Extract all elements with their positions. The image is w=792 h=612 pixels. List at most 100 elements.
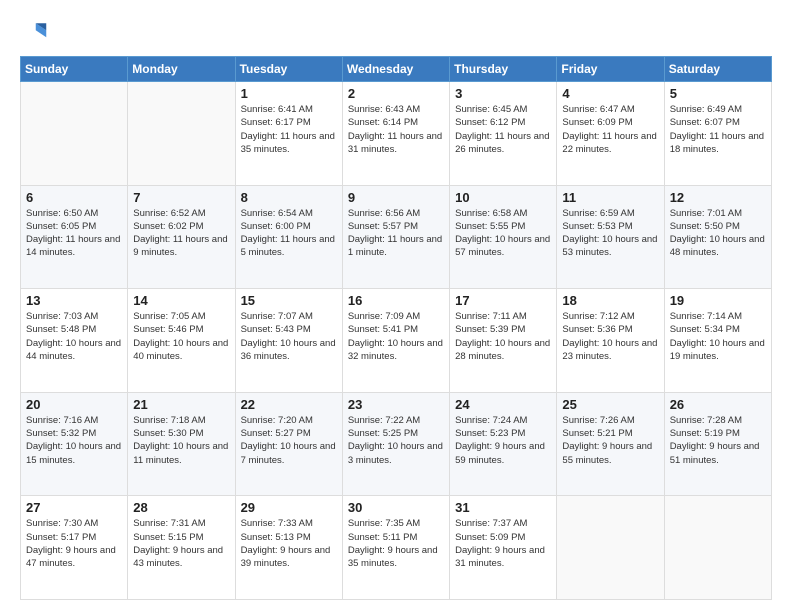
day-info: Sunrise: 6:41 AM Sunset: 6:17 PM Dayligh… bbox=[241, 103, 338, 156]
weekday-header-friday: Friday bbox=[557, 57, 664, 82]
day-number: 26 bbox=[670, 397, 767, 412]
day-info: Sunrise: 6:45 AM Sunset: 6:12 PM Dayligh… bbox=[455, 103, 552, 156]
weekday-header-wednesday: Wednesday bbox=[342, 57, 449, 82]
day-cell: 27 Sunrise: 7:30 AM Sunset: 5:17 PM Dayli… bbox=[21, 496, 128, 600]
day-number: 12 bbox=[670, 190, 767, 205]
day-info: Sunrise: 7:01 AM Sunset: 5:50 PM Dayligh… bbox=[670, 207, 767, 260]
day-info: Sunrise: 7:14 AM Sunset: 5:34 PM Dayligh… bbox=[670, 310, 767, 363]
day-cell: 6Sunrise: 6:50 AM Sunset: 6:05 PM Daylig… bbox=[21, 185, 128, 289]
page: SundayMondayTuesdayWednesdayThursdayFrid… bbox=[0, 0, 792, 612]
day-info: Sunrise: 7:20 AM Sunset: 5:27 PM Dayligh… bbox=[241, 414, 338, 467]
day-number: 25 bbox=[562, 397, 659, 412]
day-number: 24 bbox=[455, 397, 552, 412]
day-info: Sunrise: 7:28 AM Sunset: 5:19 PM Dayligh… bbox=[670, 414, 767, 467]
day-cell bbox=[21, 82, 128, 186]
day-number: 15 bbox=[241, 293, 338, 308]
day-number: 20 bbox=[26, 397, 123, 412]
day-info: Sunrise: 6:54 AM Sunset: 6:00 PM Dayligh… bbox=[241, 207, 338, 260]
day-number: 3 bbox=[455, 86, 552, 101]
day-number: 10 bbox=[455, 190, 552, 205]
day-number: 16 bbox=[348, 293, 445, 308]
day-info: Sunrise: 7:03 AM Sunset: 5:48 PM Dayligh… bbox=[26, 310, 123, 363]
day-info: Sunrise: 6:43 AM Sunset: 6:14 PM Dayligh… bbox=[348, 103, 445, 156]
logo bbox=[20, 18, 52, 46]
day-info: Sunrise: 7:18 AM Sunset: 5:30 PM Dayligh… bbox=[133, 414, 230, 467]
day-number: 27 bbox=[26, 500, 123, 515]
day-cell: 25 Sunrise: 7:26 AM Sunset: 5:21 PM Dayli… bbox=[557, 392, 664, 496]
day-cell: 21 Sunrise: 7:18 AM Sunset: 5:30 PM Dayli… bbox=[128, 392, 235, 496]
day-number: 17 bbox=[455, 293, 552, 308]
day-cell: 20 Sunrise: 7:16 AM Sunset: 5:32 PM Dayli… bbox=[21, 392, 128, 496]
weekday-header-saturday: Saturday bbox=[664, 57, 771, 82]
day-number: 30 bbox=[348, 500, 445, 515]
week-row-3: 13Sunrise: 7:03 AM Sunset: 5:48 PM Dayli… bbox=[21, 289, 772, 393]
day-number: 21 bbox=[133, 397, 230, 412]
day-number: 31 bbox=[455, 500, 552, 515]
day-number: 22 bbox=[241, 397, 338, 412]
day-cell: 15 Sunrise: 7:07 AM Sunset: 5:43 PM Dayli… bbox=[235, 289, 342, 393]
day-cell: 16 Sunrise: 7:09 AM Sunset: 5:41 PM Dayli… bbox=[342, 289, 449, 393]
day-cell: 4 Sunrise: 6:47 AM Sunset: 6:09 PM Daylig… bbox=[557, 82, 664, 186]
day-info: Sunrise: 7:24 AM Sunset: 5:23 PM Dayligh… bbox=[455, 414, 552, 467]
day-cell: 2 Sunrise: 6:43 AM Sunset: 6:14 PM Daylig… bbox=[342, 82, 449, 186]
day-info: Sunrise: 7:26 AM Sunset: 5:21 PM Dayligh… bbox=[562, 414, 659, 467]
calendar-table: SundayMondayTuesdayWednesdayThursdayFrid… bbox=[20, 56, 772, 600]
day-cell: 26 Sunrise: 7:28 AM Sunset: 5:19 PM Dayli… bbox=[664, 392, 771, 496]
day-number: 14 bbox=[133, 293, 230, 308]
day-info: Sunrise: 6:49 AM Sunset: 6:07 PM Dayligh… bbox=[670, 103, 767, 156]
day-cell: 22 Sunrise: 7:20 AM Sunset: 5:27 PM Dayli… bbox=[235, 392, 342, 496]
day-cell bbox=[557, 496, 664, 600]
day-info: Sunrise: 7:35 AM Sunset: 5:11 PM Dayligh… bbox=[348, 517, 445, 570]
weekday-row: SundayMondayTuesdayWednesdayThursdayFrid… bbox=[21, 57, 772, 82]
weekday-header-thursday: Thursday bbox=[450, 57, 557, 82]
day-cell: 18 Sunrise: 7:12 AM Sunset: 5:36 PM Dayli… bbox=[557, 289, 664, 393]
day-cell: 23 Sunrise: 7:22 AM Sunset: 5:25 PM Dayli… bbox=[342, 392, 449, 496]
day-number: 11 bbox=[562, 190, 659, 205]
day-cell: 11 Sunrise: 6:59 AM Sunset: 5:53 PM Dayli… bbox=[557, 185, 664, 289]
day-info: Sunrise: 7:31 AM Sunset: 5:15 PM Dayligh… bbox=[133, 517, 230, 570]
weekday-header-monday: Monday bbox=[128, 57, 235, 82]
day-info: Sunrise: 6:56 AM Sunset: 5:57 PM Dayligh… bbox=[348, 207, 445, 260]
day-info: Sunrise: 6:47 AM Sunset: 6:09 PM Dayligh… bbox=[562, 103, 659, 156]
day-info: Sunrise: 7:16 AM Sunset: 5:32 PM Dayligh… bbox=[26, 414, 123, 467]
day-info: Sunrise: 6:52 AM Sunset: 6:02 PM Dayligh… bbox=[133, 207, 230, 260]
day-number: 4 bbox=[562, 86, 659, 101]
day-cell: 24 Sunrise: 7:24 AM Sunset: 5:23 PM Dayli… bbox=[450, 392, 557, 496]
weekday-header-sunday: Sunday bbox=[21, 57, 128, 82]
day-cell: 13Sunrise: 7:03 AM Sunset: 5:48 PM Dayli… bbox=[21, 289, 128, 393]
week-row-5: 27 Sunrise: 7:30 AM Sunset: 5:17 PM Dayli… bbox=[21, 496, 772, 600]
day-info: Sunrise: 7:09 AM Sunset: 5:41 PM Dayligh… bbox=[348, 310, 445, 363]
day-number: 23 bbox=[348, 397, 445, 412]
day-cell: 31 Sunrise: 7:37 AM Sunset: 5:09 PM Dayli… bbox=[450, 496, 557, 600]
day-cell: 7 Sunrise: 6:52 AM Sunset: 6:02 PM Daylig… bbox=[128, 185, 235, 289]
week-row-2: 6Sunrise: 6:50 AM Sunset: 6:05 PM Daylig… bbox=[21, 185, 772, 289]
day-cell: 10Sunrise: 6:58 AM Sunset: 5:55 PM Dayli… bbox=[450, 185, 557, 289]
day-number: 9 bbox=[348, 190, 445, 205]
day-info: Sunrise: 7:30 AM Sunset: 5:17 PM Dayligh… bbox=[26, 517, 123, 570]
day-info: Sunrise: 7:07 AM Sunset: 5:43 PM Dayligh… bbox=[241, 310, 338, 363]
day-info: Sunrise: 7:33 AM Sunset: 5:13 PM Dayligh… bbox=[241, 517, 338, 570]
day-cell: 28Sunrise: 7:31 AM Sunset: 5:15 PM Dayli… bbox=[128, 496, 235, 600]
day-number: 19 bbox=[670, 293, 767, 308]
day-info: Sunrise: 6:59 AM Sunset: 5:53 PM Dayligh… bbox=[562, 207, 659, 260]
day-number: 2 bbox=[348, 86, 445, 101]
day-number: 18 bbox=[562, 293, 659, 308]
day-info: Sunrise: 7:12 AM Sunset: 5:36 PM Dayligh… bbox=[562, 310, 659, 363]
calendar-body: 1Sunrise: 6:41 AM Sunset: 6:17 PM Daylig… bbox=[21, 82, 772, 600]
day-info: Sunrise: 6:50 AM Sunset: 6:05 PM Dayligh… bbox=[26, 207, 123, 260]
logo-icon bbox=[20, 18, 48, 46]
day-number: 29 bbox=[241, 500, 338, 515]
day-cell: 3 Sunrise: 6:45 AM Sunset: 6:12 PM Daylig… bbox=[450, 82, 557, 186]
day-info: Sunrise: 7:37 AM Sunset: 5:09 PM Dayligh… bbox=[455, 517, 552, 570]
week-row-4: 20 Sunrise: 7:16 AM Sunset: 5:32 PM Dayli… bbox=[21, 392, 772, 496]
day-info: Sunrise: 7:22 AM Sunset: 5:25 PM Dayligh… bbox=[348, 414, 445, 467]
day-cell: 5Sunrise: 6:49 AM Sunset: 6:07 PM Daylig… bbox=[664, 82, 771, 186]
day-info: Sunrise: 7:11 AM Sunset: 5:39 PM Dayligh… bbox=[455, 310, 552, 363]
day-cell: 19 Sunrise: 7:14 AM Sunset: 5:34 PM Dayli… bbox=[664, 289, 771, 393]
day-cell: 8Sunrise: 6:54 AM Sunset: 6:00 PM Daylig… bbox=[235, 185, 342, 289]
day-cell: 17 Sunrise: 7:11 AM Sunset: 5:39 PM Dayli… bbox=[450, 289, 557, 393]
day-number: 7 bbox=[133, 190, 230, 205]
day-cell: 12 Sunrise: 7:01 AM Sunset: 5:50 PM Dayli… bbox=[664, 185, 771, 289]
day-info: Sunrise: 7:05 AM Sunset: 5:46 PM Dayligh… bbox=[133, 310, 230, 363]
calendar-header: SundayMondayTuesdayWednesdayThursdayFrid… bbox=[21, 57, 772, 82]
